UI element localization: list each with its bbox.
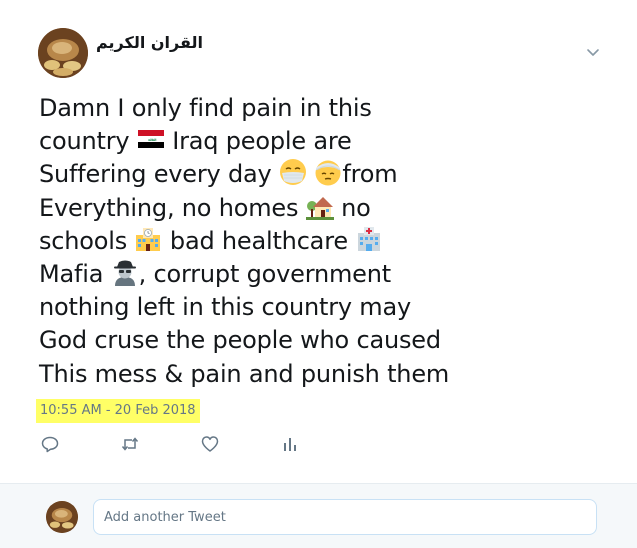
tweet-line: country ﷲ ﷲ Iraq people are [39,125,479,158]
detective-icon [111,258,139,287]
author-avatar[interactable] [38,28,88,78]
tweet-text-fragment: country [39,127,137,156]
tweet-line: schools bad healthcare [39,225,479,258]
tweet-text-fragment: from [342,160,398,189]
tweet-text-fragment: no [333,193,371,222]
tweet-line: Mafia , corrupt government [39,258,479,291]
user-avatar[interactable] [46,501,78,533]
tweet-card: القران الكريم Damn I only find pain in t… [0,0,637,548]
tweet-line: nothing left in this country may [39,293,411,322]
reply-input[interactable] [93,499,597,535]
tweet-text-fragment: bad healthcare [162,226,356,255]
tweet-text-fragment: Iraq people are [164,127,352,156]
reply-icon[interactable] [40,434,60,454]
heart-icon[interactable] [200,434,220,454]
tweet-text-fragment: Mafia [39,260,111,289]
school-icon [134,225,162,253]
tweet-line: Damn I only find pain in this [39,94,372,122]
house-with-garden-icon [305,192,334,220]
retweet-icon[interactable] [120,434,140,454]
tweet-line: Suffering every day from [39,158,479,191]
face-with-head-bandage-icon [314,158,342,186]
face-with-medical-mask-icon [279,158,307,186]
reply-footer [0,483,637,548]
tweet-text: Damn I only find pain in this country ﷲ … [39,92,479,391]
hospital-icon [355,225,383,253]
tweet-line: This mess & pain and punish them [39,359,450,388]
tweet-text-fragment: , corrupt government [138,260,391,289]
analytics-icon[interactable] [280,434,300,454]
author-name[interactable]: القران الكريم [96,33,203,52]
iraq-flag-icon: ﷲ ﷲ [137,125,165,153]
tweet-text-fragment: schools [39,226,135,255]
tweet-text-fragment: Everything, no homes [39,193,306,222]
tweet-text-fragment: Suffering every day [39,160,279,189]
tweet-timestamp[interactable]: 10:55 AM - 20 Feb 2018 [36,399,200,423]
tweet-line: Everything, no homes no [39,192,479,225]
chevron-down-icon[interactable] [585,44,601,60]
tweet-line: God cruse the people who caused [39,326,441,355]
